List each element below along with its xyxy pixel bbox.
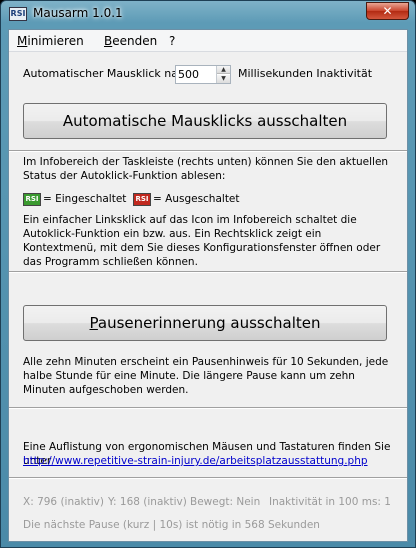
- autoclick-label-before: Automatischer Mausklick nach: [23, 67, 191, 80]
- status-x: X: 796 (inaktiv): [23, 496, 104, 508]
- autoclick-label-after: Millisekunden Inaktivität: [238, 67, 373, 80]
- main-window: RSI Mausarm 1.0.1 ✕ Minimieren Beenden ?…: [0, 0, 416, 548]
- status-moved: Bewegt: Nein: [190, 496, 261, 508]
- status-y: Y: 168 (inaktiv): [108, 496, 187, 508]
- pause-paragraph: Alle zehn Minuten erscheint ein Pausenhi…: [23, 356, 389, 396]
- toggle-pause-reminder-button[interactable]: Pausenerinnerung ausschalten: [23, 305, 387, 341]
- rsi-on-icon: RSI: [23, 193, 41, 206]
- ergonomics-link[interactable]: http://www.repetitive-strain-injury.de/a…: [23, 454, 397, 468]
- window-title: Mausarm 1.0.1: [33, 6, 123, 20]
- rsi-off-icon: RSI: [133, 193, 151, 206]
- separator: [9, 407, 407, 409]
- separator: [9, 150, 407, 152]
- spin-down-icon[interactable]: ▼: [217, 75, 230, 83]
- title-bar[interactable]: RSI Mausarm 1.0.1 ✕: [1, 1, 415, 29]
- status-inactivity: Inaktivität in 100 ms: 1: [269, 496, 391, 508]
- menu-beenden[interactable]: Beenden: [104, 34, 157, 48]
- legend-off-label: = Ausgeschaltet: [153, 193, 240, 205]
- app-rsi-icon[interactable]: RSI: [9, 7, 27, 21]
- status-next-pause: Die nächste Pause (kurz | 10s) ist nötig…: [23, 519, 320, 531]
- info-paragraph-1: Im Infobereich der Taskleiste (rechts un…: [23, 156, 389, 182]
- delay-value[interactable]: 500: [178, 68, 199, 81]
- spinner-buttons: ▲ ▼: [216, 66, 230, 83]
- menu-help[interactable]: ?: [169, 34, 175, 48]
- close-button[interactable]: ✕: [366, 2, 409, 20]
- legend-on-label: = Eingeschaltet: [43, 193, 127, 205]
- menu-minimieren[interactable]: Minimieren: [17, 34, 84, 48]
- client-area: Minimieren Beenden ? Automatischer Mausk…: [8, 29, 408, 542]
- menu-bar: Minimieren Beenden ?: [9, 30, 407, 52]
- separator: [9, 271, 407, 273]
- spin-up-icon[interactable]: ▲: [217, 66, 230, 74]
- toggle-autoclick-button[interactable]: Automatische Mausklicks ausschalten: [23, 103, 387, 139]
- delay-spinner[interactable]: 500 ▲ ▼: [175, 65, 231, 84]
- info-paragraph-2: Ein einfacher Linksklick auf das Icon im…: [23, 214, 381, 268]
- separator: [9, 477, 407, 479]
